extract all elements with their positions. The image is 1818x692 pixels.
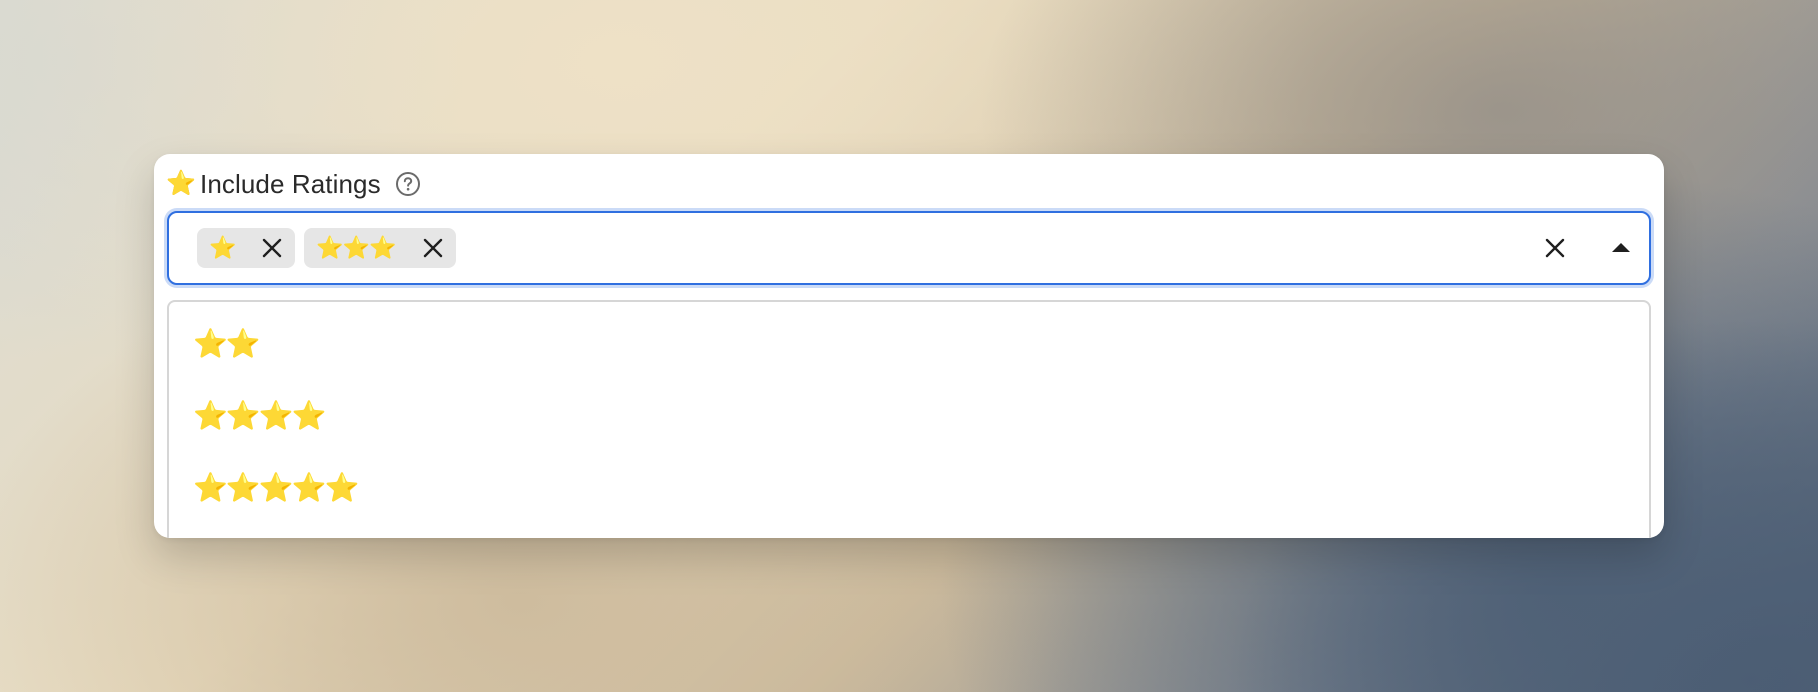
option-4-stars[interactable]: ⭐⭐⭐⭐	[193, 392, 326, 440]
selected-chip-1-star: ⭐	[197, 228, 296, 268]
ratings-filter-card: ⭐ Include Ratings ⭐ ⭐⭐⭐ ⭐⭐ ⭐⭐⭐⭐ ⭐⭐⭐⭐⭐	[154, 154, 1664, 538]
options-dropdown: ⭐⭐ ⭐⭐⭐⭐ ⭐⭐⭐⭐⭐	[167, 300, 1651, 538]
caret-up-icon[interactable]	[1609, 236, 1633, 260]
star-icon: ⭐	[166, 170, 196, 197]
option-2-stars[interactable]: ⭐⭐	[193, 320, 261, 368]
question-circle-icon[interactable]	[395, 171, 421, 197]
option-5-stars[interactable]: ⭐⭐⭐⭐⭐	[193, 464, 359, 512]
field-label-row: ⭐ Include Ratings	[166, 168, 421, 200]
selected-chip-3-star: ⭐⭐⭐	[304, 228, 456, 268]
clear-all-close-icon[interactable]	[1543, 236, 1567, 260]
chip-stars: ⭐⭐⭐	[316, 235, 396, 260]
close-icon[interactable]	[422, 237, 444, 259]
chip-stars: ⭐	[209, 235, 236, 260]
select-controls	[1543, 213, 1633, 283]
close-icon[interactable]	[261, 237, 283, 259]
ratings-multiselect[interactable]: ⭐ ⭐⭐⭐	[167, 211, 1651, 285]
field-label: Include Ratings	[200, 168, 381, 199]
